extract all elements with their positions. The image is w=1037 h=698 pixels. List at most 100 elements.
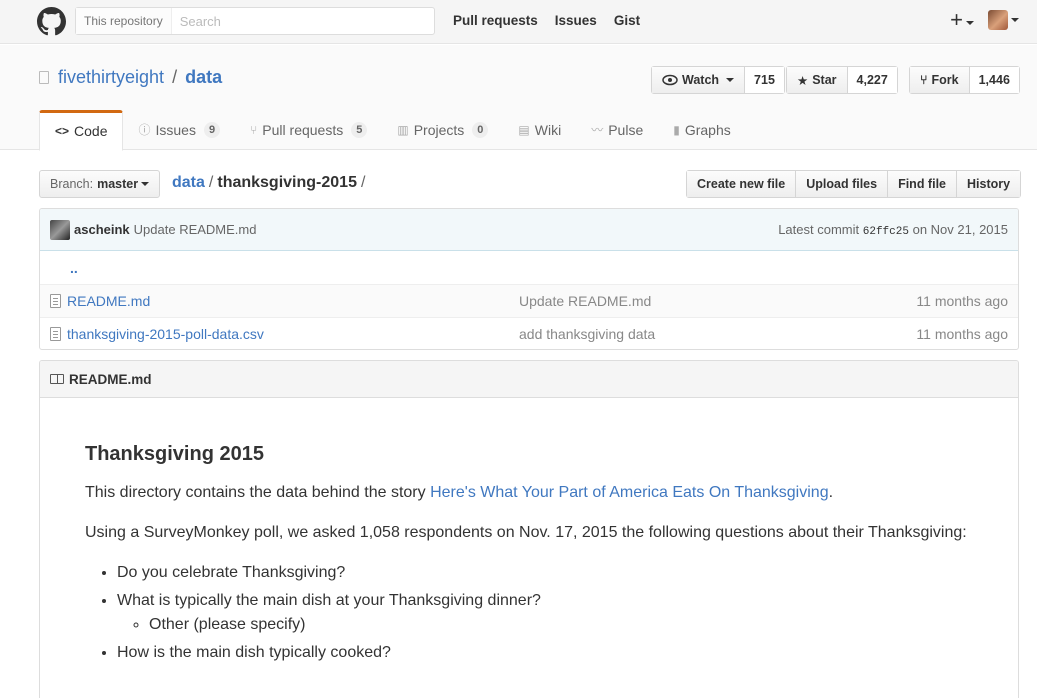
tab-label: Pull requests: [262, 122, 344, 138]
latest-commit-label: Latest commit: [778, 221, 860, 237]
watch-count[interactable]: 715: [745, 67, 784, 93]
star-group: ★ Star 4,227: [786, 66, 898, 94]
repo-icon: [39, 71, 49, 84]
tab-issues[interactable]: ⓘ Issues 9: [123, 110, 235, 150]
tab-label: Projects: [413, 122, 465, 138]
history-button[interactable]: History: [957, 171, 1021, 197]
repo-tabs: <> Code ⓘ Issues 9 ⑂ Pull requests 5 ▥ Project…: [39, 110, 746, 151]
github-logo-icon[interactable]: [37, 7, 66, 36]
fork-label: Fork: [931, 73, 959, 87]
readme-title: Thanksgiving 2015: [85, 443, 264, 465]
watch-group: Watch 715: [651, 66, 785, 94]
readme-intro-end: .: [828, 484, 834, 501]
parent-directory-row: ..: [40, 251, 1018, 284]
readme-content: Thanksgiving 2015 This directory contain…: [40, 398, 1018, 665]
plus-icon: +: [950, 7, 963, 32]
question-text: Do you celebrate Thanksgiving?: [117, 564, 346, 581]
file-icon: [50, 327, 61, 341]
file-name-cell: thanksgiving-2015-poll-data.csv: [50, 326, 519, 342]
readme-header: README.md: [40, 361, 1018, 398]
fork-group: ⑂ Fork 1,446: [909, 66, 1020, 94]
branch-select-button[interactable]: Branch: master: [39, 170, 161, 198]
tab-pulse[interactable]: 〰 Pulse: [576, 110, 658, 150]
list-item: Do you celebrate Thanksgiving?: [117, 561, 973, 585]
star-label: Star: [812, 73, 837, 87]
find-file-button[interactable]: Find file: [888, 171, 957, 197]
repo-owner-link[interactable]: fivethirtyeight: [58, 67, 164, 88]
create-new-file-button[interactable]: Create new file: [687, 171, 797, 197]
caret-down-icon: [1011, 18, 1019, 22]
tab-graphs[interactable]: ▮ Graphs: [658, 110, 746, 150]
caret-down-icon: [966, 21, 974, 26]
file-link[interactable]: README.md: [67, 293, 150, 309]
pull-request-icon: ⑂: [250, 123, 258, 137]
commit-sha-link[interactable]: 62ffc25: [863, 226, 909, 238]
file-age: 11 months ago: [916, 293, 1008, 309]
tab-label: Graphs: [684, 122, 731, 138]
file-name-cell: README.md: [50, 293, 519, 309]
top-header: This repository Pull requests Issues Gis…: [0, 0, 1037, 44]
tab-pull-requests[interactable]: ⑂ Pull requests 5: [235, 110, 382, 150]
readme-panel: README.md Thanksgiving 2015 This directo…: [39, 360, 1019, 698]
upload-files-button[interactable]: Upload files: [796, 171, 889, 197]
table-row: README.md Update README.md 11 months ago: [40, 284, 1018, 317]
wiki-icon: ▤: [518, 123, 530, 137]
list-item: What is typically the main dish at your …: [117, 589, 973, 637]
avatar: [988, 10, 1008, 30]
tab-code[interactable]: <> Code: [39, 110, 124, 151]
star-icon: ★: [797, 73, 809, 88]
parent-directory-link[interactable]: ..: [70, 260, 78, 276]
caret-down-icon: [141, 182, 150, 186]
breadcrumb-trailing-separator: /: [360, 174, 366, 191]
search-scope-label: This repository: [76, 8, 172, 34]
tab-label: Wiki: [534, 122, 562, 138]
header-actions: +: [950, 9, 1019, 31]
user-menu-dropdown[interactable]: [988, 10, 1019, 30]
nav-pull-requests[interactable]: Pull requests: [453, 13, 538, 28]
commit-tease: ascheink Update README.md Latest commit …: [40, 209, 1018, 251]
story-link[interactable]: Here's What Your Part of America Eats On…: [430, 484, 829, 501]
file-commit-message-link[interactable]: add thanksgiving data: [519, 326, 916, 342]
avatar[interactable]: [50, 219, 70, 240]
pulse-icon: 〰: [591, 123, 604, 137]
table-row: thanksgiving-2015-poll-data.csv add than…: [40, 317, 1018, 349]
readme-filename: README.md: [69, 371, 152, 387]
file-link[interactable]: thanksgiving-2015-poll-data.csv: [67, 326, 264, 342]
repo-name-link[interactable]: data: [185, 67, 222, 88]
commit-message-link[interactable]: Update README.md: [134, 222, 257, 237]
code-icon: <>: [55, 124, 70, 138]
tab-label: Issues: [155, 122, 196, 138]
tab-label: Code: [74, 123, 108, 139]
commit-author-link[interactable]: ascheink: [74, 222, 130, 237]
branch-label: Branch:: [50, 177, 94, 191]
create-new-dropdown[interactable]: +: [950, 9, 974, 31]
watch-label: Watch: [682, 73, 720, 87]
nav-issues[interactable]: Issues: [555, 13, 597, 28]
repo-title-separator: /: [172, 67, 178, 87]
question-text: How is the main dish typically cooked?: [117, 644, 391, 661]
fork-button[interactable]: ⑂ Fork: [910, 67, 970, 93]
latest-commit-info: Latest commit 62ffc25 on Nov 21, 2015: [778, 222, 1008, 238]
readme-intro-text: This directory contains the data behind …: [85, 484, 431, 501]
tab-projects[interactable]: ▥ Projects 0: [382, 110, 503, 150]
star-count[interactable]: 4,227: [847, 67, 897, 93]
file-table: ascheink Update README.md Latest commit …: [39, 208, 1019, 350]
breadcrumb-root-link[interactable]: data: [172, 174, 205, 191]
watch-button[interactable]: Watch: [652, 67, 746, 93]
fork-count[interactable]: 1,446: [969, 67, 1019, 93]
nav-gist[interactable]: Gist: [614, 13, 640, 28]
tab-counter: 0: [472, 122, 489, 138]
search-input[interactable]: [171, 8, 434, 34]
star-button[interactable]: ★ Star: [787, 67, 848, 93]
commit-date: on Nov 21, 2015: [912, 221, 1008, 237]
file-commit-message-link[interactable]: Update README.md: [519, 293, 916, 309]
repo-title: fivethirtyeight / data: [39, 67, 222, 88]
issue-icon: ⓘ: [138, 123, 151, 137]
file-icon: [50, 294, 61, 308]
sub-list: Other (please specify): [117, 613, 973, 637]
graph-icon: ▮: [673, 123, 680, 137]
readme-intro: This directory contains the data behind …: [85, 481, 973, 505]
tab-wiki[interactable]: ▤ Wiki: [503, 110, 576, 150]
branch-value: master: [97, 177, 139, 191]
repo-header: fivethirtyeight / data Watch 715 ★ Star …: [0, 45, 1037, 151]
